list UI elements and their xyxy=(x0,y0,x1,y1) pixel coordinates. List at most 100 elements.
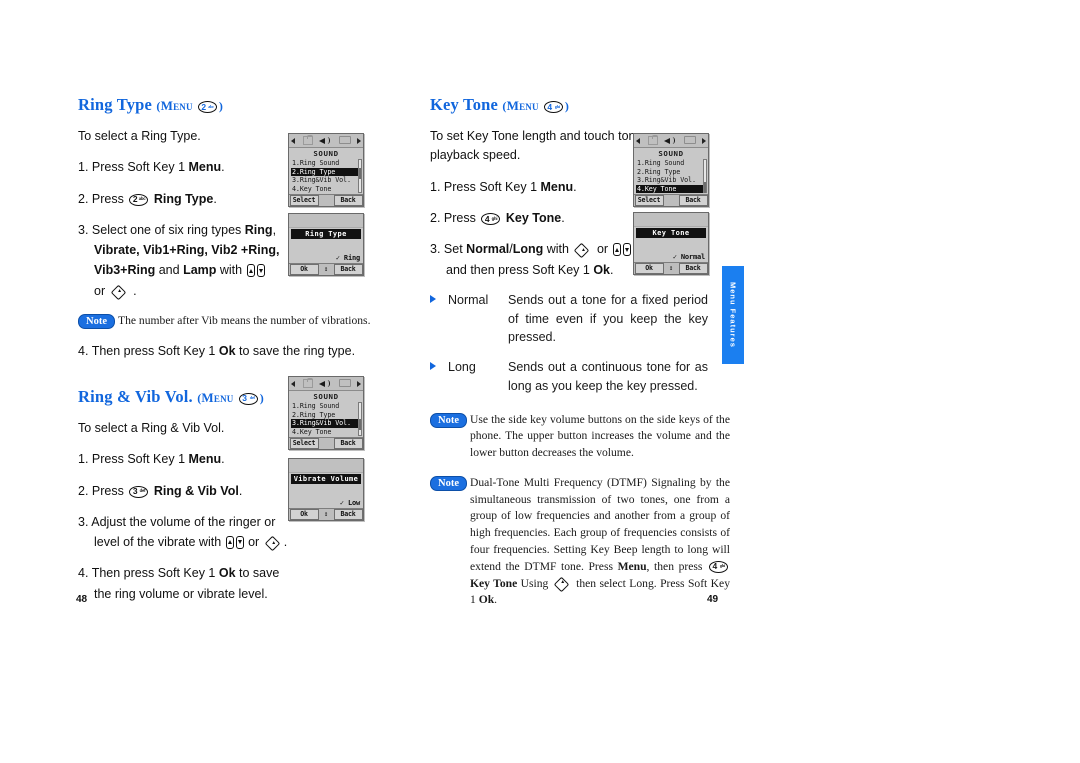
phone-soft-key-bar: Ok ↕ Back xyxy=(634,262,708,274)
scrollbar-thumb[interactable] xyxy=(704,182,706,193)
bullet-arrow-icon xyxy=(430,362,436,370)
phone-status-bar-dim xyxy=(634,213,708,227)
soft-key-left[interactable]: Select xyxy=(289,195,319,207)
side-tab-menu-features: Menu Features xyxy=(722,266,744,364)
soft-key-left[interactable]: Ok xyxy=(289,509,319,520)
heading-text-key-tone: Key Tone xyxy=(430,95,499,114)
right-arrow-icon xyxy=(702,138,706,144)
soft-key-middle[interactable]: ↕ xyxy=(664,264,678,273)
key-3-icon: 3 def xyxy=(129,485,149,498)
side-key-down-icon xyxy=(622,243,631,256)
definition-term: Long xyxy=(448,360,476,374)
phone-dialog-title: Ring Type xyxy=(291,229,361,239)
soft-key-right[interactable]: Back xyxy=(333,509,363,520)
navigation-key-icon: ▲ xyxy=(264,535,282,552)
key-tone-note-1: Note Use the side key volume buttons on … xyxy=(430,412,730,462)
key-2-icon: 2 abc xyxy=(197,101,217,113)
key-4-icon: 4 ghi xyxy=(709,560,728,573)
key-tone-note-2: Note Dual-Tone Multi Frequency (DTMF) Si… xyxy=(430,475,730,609)
ring-vib-vol-step-4-line2: the ring volume or vibrate level. xyxy=(94,586,268,601)
phone-screen-sound-menu-key-tone: SOUND 1.Ring Sound 2.Ring Type 3.Ring&Vi… xyxy=(633,133,709,208)
soft-key-middle[interactable]: ↕ xyxy=(319,510,333,519)
soft-key-left[interactable]: Select xyxy=(634,195,664,207)
soft-key-right[interactable]: Back xyxy=(333,195,363,207)
navigation-key-icon: ▲ xyxy=(553,576,571,592)
phone-scrollbar[interactable] xyxy=(358,402,362,436)
phone-menu-row[interactable]: 1.Ring Sound xyxy=(291,159,362,168)
sound-icon xyxy=(664,136,677,145)
phone-screen-ring-type-dialog: Ring Type ✓ Ring Ok ↕ Back xyxy=(288,213,364,276)
phone-dialog-title: Vibrate Volume xyxy=(291,474,361,484)
battery-icon xyxy=(684,136,696,144)
phone-menu-row[interactable]: 1.Ring Sound xyxy=(636,159,707,168)
ring-type-step-3-line4: or ▲ . xyxy=(78,281,378,301)
phone-screen-vibrate-volume-dialog: Vibrate Volume ✓ Low Ok ↕ Back xyxy=(288,458,364,521)
phone-selected-value: ✓ Normal xyxy=(672,253,705,261)
heading-menu-word: Menu xyxy=(201,389,234,405)
lock-icon xyxy=(648,134,658,145)
phone-scrollbar[interactable] xyxy=(358,159,362,193)
soft-key-right[interactable]: Back xyxy=(333,264,363,275)
soft-key-left[interactable]: Select xyxy=(289,438,319,450)
key-4-icon: 4 ghi xyxy=(481,213,501,225)
phone-menu-row[interactable]: 3.Ring&Vib Vol. xyxy=(636,176,707,185)
phone-menu-list: 1.Ring Sound 2.Ring Type 3.Ring&Vib Vol.… xyxy=(634,159,708,194)
definition-term: Normal xyxy=(448,292,489,307)
soft-key-left[interactable]: Ok xyxy=(289,264,319,275)
phone-status-bar xyxy=(634,134,708,148)
section-heading-key-tone: Key Tone (Menu 4 ghi) xyxy=(430,95,730,115)
phone-menu-row-selected[interactable]: 4.Key Tone xyxy=(636,184,707,194)
phone-menu-row[interactable]: 4.Key Tone xyxy=(291,428,362,437)
side-key-up-icon xyxy=(246,264,255,277)
phone-status-bar-dim xyxy=(289,214,363,228)
manual-page-spread: Ring Type (Menu 2 abc) To select a Ring T… xyxy=(0,0,1080,763)
navigation-key-icon: ▲ xyxy=(110,284,128,300)
phone-selected-value: ✓ Ring xyxy=(335,254,360,262)
key-3-icon: 3 def xyxy=(238,392,258,405)
phone-menu-row[interactable]: 4.Key Tone xyxy=(291,185,362,194)
phone-menu-row[interactable]: 2.Ring Type xyxy=(291,411,362,420)
phone-menu-row-selected[interactable]: 3.Ring&Vib Vol. xyxy=(291,419,362,428)
page-number-right: 49 xyxy=(707,594,719,605)
scrollbar-thumb[interactable] xyxy=(359,419,361,430)
phone-dialog-body: ✓ Low xyxy=(289,484,363,507)
scrollbar-thumb[interactable] xyxy=(359,168,361,179)
soft-key-left[interactable]: Ok xyxy=(634,263,664,274)
phone-status-bar-dim xyxy=(289,459,363,473)
key-2-icon: 2 abc xyxy=(129,193,149,206)
soft-key-right[interactable]: Back xyxy=(678,195,708,207)
phone-dialog-title: Key Tone xyxy=(636,228,706,238)
phone-menu-row[interactable]: 2.Ring Type xyxy=(636,168,707,177)
ring-vib-vol-step-4: 4. Then press Soft Key 1 Ok to save the … xyxy=(78,563,378,604)
ring-type-note: Note The number after Vib means the numb… xyxy=(78,313,378,330)
heading-text-ring-vib-vol: Ring & Vib Vol. xyxy=(78,386,193,406)
definition-long: Long Sends out a continuous tone for as l… xyxy=(430,358,730,396)
page-number-left: 48 xyxy=(76,594,88,605)
heading-menu-word: Menu xyxy=(160,98,193,113)
sound-icon xyxy=(319,379,332,388)
battery-icon xyxy=(339,379,351,387)
phone-screen-sound-menu-ring-type: SOUND 1.Ring Sound 2.Ring Type 3.Ring&Vi… xyxy=(288,133,364,208)
phone-menu-row[interactable]: 1.Ring Sound xyxy=(291,402,362,411)
left-arrow-icon xyxy=(291,138,295,144)
phone-menu-row[interactable]: 3.Ring&Vib Vol. xyxy=(291,176,362,185)
phone-menu-title: SOUND xyxy=(658,149,684,158)
side-key-down-icon xyxy=(256,264,265,277)
right-arrow-icon xyxy=(357,138,361,144)
phone-scrollbar[interactable] xyxy=(703,159,707,193)
sound-icon xyxy=(319,136,332,145)
navigation-key-icon: ▲ xyxy=(574,242,591,259)
phone-soft-key-bar: Ok ↕ Back xyxy=(289,508,363,520)
note-text: Dual-Tone Multi Frequency (DTMF) Signali… xyxy=(470,475,730,607)
soft-key-middle[interactable]: ↕ xyxy=(319,265,333,274)
soft-key-right[interactable]: Back xyxy=(678,263,708,274)
phone-screen-sound-menu-ring-vib: SOUND 1.Ring Sound 2.Ring Type 3.Ring&Vi… xyxy=(288,376,364,451)
side-tab-label: Menu Features xyxy=(728,282,738,348)
phone-menu-title: SOUND xyxy=(313,149,339,158)
heading-menu-group: (Menu 3 def) xyxy=(197,389,264,405)
note-badge: Note xyxy=(430,412,467,428)
phone-menu-row-selected[interactable]: 2.Ring Type xyxy=(291,167,362,177)
note-text: The number after Vib means the number of… xyxy=(118,313,371,327)
soft-key-right[interactable]: Back xyxy=(333,438,363,450)
battery-icon xyxy=(339,136,351,144)
